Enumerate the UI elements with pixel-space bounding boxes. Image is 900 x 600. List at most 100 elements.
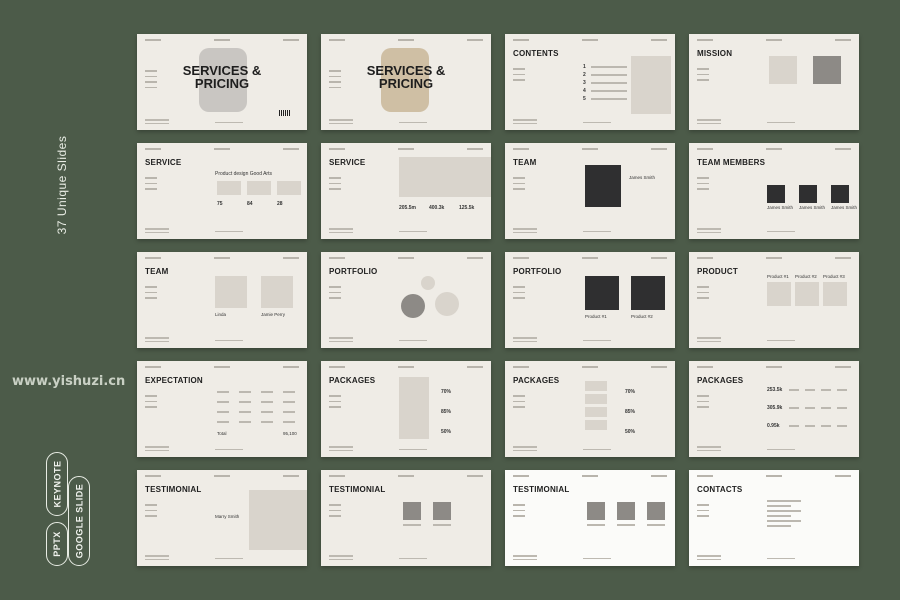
slide-thumbnail[interactable]: TESTIMONIAL Marry Smith [137, 470, 307, 566]
footer-line [697, 558, 721, 560]
slide-thumbnail[interactable]: PORTFOLIO [321, 252, 491, 348]
testimonial-line [647, 524, 665, 526]
header-mark [329, 475, 345, 477]
product-photo [795, 282, 819, 306]
team-name: Jamie Perry [261, 312, 286, 317]
text-line [329, 86, 341, 88]
package-percent: 85% [625, 409, 636, 415]
header-mark [467, 39, 483, 41]
slide-header-line [697, 39, 851, 43]
text-line [145, 286, 157, 288]
header-mark [329, 366, 345, 368]
table-cell [283, 421, 295, 423]
slide-thumbnail[interactable]: TESTIMONIAL [505, 470, 675, 566]
slide-thumbnail[interactable]: TEAM Linda Jamie Perry [137, 252, 307, 348]
slide-thumbnail[interactable]: EXPECTATION Total 95,100 [137, 361, 307, 457]
header-mark [145, 148, 161, 150]
slide-header-line [145, 148, 299, 152]
slide-footer [697, 444, 721, 451]
text-line [697, 79, 709, 81]
footer-mark [399, 557, 427, 559]
slide-thumbnail[interactable]: PRODUCT Product #1 Product #2 Product #3 [689, 252, 859, 348]
format-badge-pptx: PPTX [46, 522, 68, 566]
package-percent: 70% [441, 389, 452, 395]
slide-thumbnail[interactable]: CONTENTS 1 2 3 4 5 [505, 34, 675, 130]
text-line [697, 291, 709, 293]
slide-footer [329, 117, 353, 124]
footer-line [513, 446, 537, 448]
slide-thumbnail[interactable]: TESTIMONIAL [321, 470, 491, 566]
slide-footer [697, 226, 721, 233]
header-mark [513, 366, 529, 368]
service-photo [277, 181, 301, 195]
package-cell [837, 389, 847, 391]
text-line [145, 75, 157, 77]
footer-line [513, 231, 537, 233]
footer-line [145, 555, 169, 557]
footer-mark [767, 230, 795, 232]
text-line [145, 395, 157, 397]
slide-footer [513, 335, 537, 342]
contents-line [591, 98, 627, 100]
text-line [513, 291, 525, 293]
footer-line [145, 449, 169, 451]
footer-line [145, 231, 169, 233]
footer-mark [215, 339, 243, 341]
header-mark [582, 475, 598, 477]
text-line [329, 504, 341, 506]
footer-mark [215, 448, 243, 450]
slide-thumbnail[interactable]: PACKAGES 253.5k 305.9k 0.95k [689, 361, 859, 457]
slide-title: TEAM MEMBERS [697, 158, 766, 167]
footer-mark [399, 230, 427, 232]
footer-line [145, 340, 169, 342]
slide-thumbnail[interactable]: CONTACTS [689, 470, 859, 566]
watermark-text: www.yishuzi.cn [12, 374, 126, 389]
text-line [329, 297, 341, 299]
slide-thumbnail[interactable]: TEAM James Smith [505, 143, 675, 239]
side-text-lines [145, 504, 157, 521]
slide-header-line [513, 366, 667, 370]
side-text-lines [329, 286, 341, 303]
team-photo [215, 276, 247, 308]
package-cell [821, 425, 831, 427]
footer-line [329, 340, 353, 342]
slide-thumbnail[interactable]: TEAM MEMBERS James Smith James Smith James … [689, 143, 859, 239]
slide-thumbnail[interactable]: PORTFOLIO Product #1 Product #2 [505, 252, 675, 348]
footer-line [697, 231, 721, 233]
footer-mark [583, 448, 611, 450]
slide-footer [329, 553, 353, 560]
package-cell [821, 389, 831, 391]
header-mark [582, 366, 598, 368]
header-mark [398, 148, 414, 150]
text-line [145, 291, 157, 293]
product-photo [767, 282, 791, 306]
slide-thumbnail[interactable]: PACKAGES 70% 85% 50% [321, 361, 491, 457]
slide-title: CONTENTS [513, 49, 559, 58]
slide-thumbnail[interactable]: SERVICES & PRICING [137, 34, 307, 130]
header-mark [398, 366, 414, 368]
slide-footer [329, 335, 353, 342]
contact-line [767, 515, 791, 517]
footer-mark [583, 230, 611, 232]
slide-thumbnail[interactable]: PACKAGES 70% 85% 50% [505, 361, 675, 457]
format-badge-google-slide: GOOGLE SLIDE [68, 476, 90, 566]
text-line [145, 70, 157, 72]
side-text-lines [145, 286, 157, 303]
package-cell [821, 407, 831, 409]
side-text-lines [697, 286, 709, 303]
footer-mark [583, 557, 611, 559]
header-mark [329, 257, 345, 259]
header-mark [766, 257, 782, 259]
header-mark [513, 475, 529, 477]
slide-thumbnail[interactable]: SERVICES & PRICING [321, 34, 491, 130]
slide-title: PORTFOLIO [329, 267, 378, 276]
text-line [697, 406, 709, 408]
text-line [513, 509, 525, 511]
slide-thumbnail[interactable]: SERVICE Product design Good Arts 75 84 28 [137, 143, 307, 239]
header-mark [835, 475, 851, 477]
slide-thumbnail[interactable]: MISSION [689, 34, 859, 130]
slide-thumbnail[interactable]: SERVICE 205.5m 400.3k 125.5k [321, 143, 491, 239]
footer-line [145, 558, 169, 560]
table-cell [217, 411, 229, 413]
package-cell [789, 389, 799, 391]
